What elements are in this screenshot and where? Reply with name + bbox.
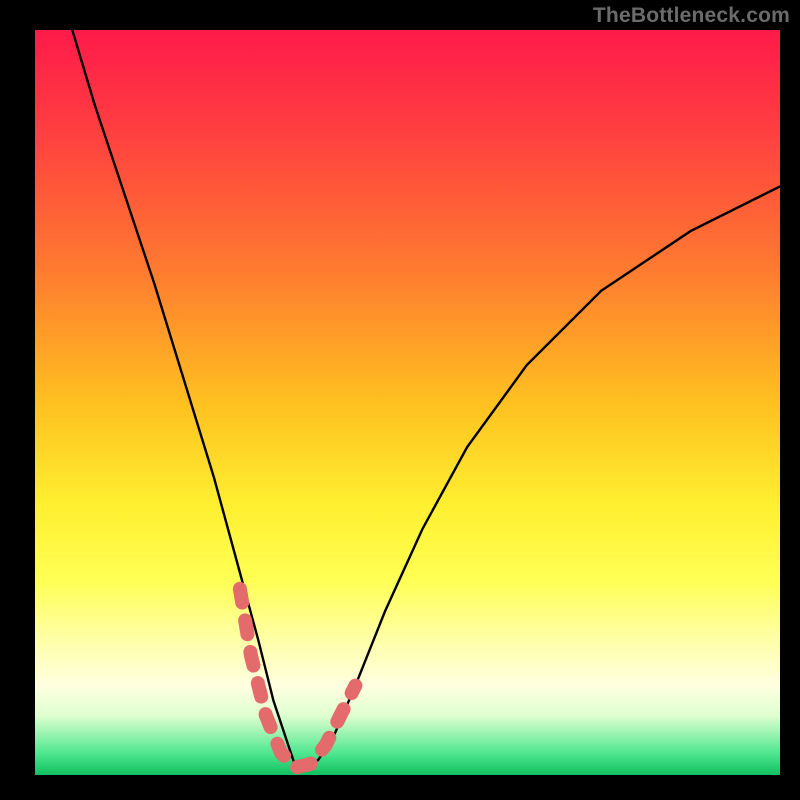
- chart-frame: TheBottleneck.com: [0, 0, 800, 800]
- watermark-label: TheBottleneck.com: [593, 4, 790, 28]
- bottleneck-curve-path: [72, 30, 780, 768]
- valley-highlight-path: [240, 589, 356, 768]
- chart-svg: [35, 30, 780, 775]
- chart-plot-area: [35, 30, 780, 775]
